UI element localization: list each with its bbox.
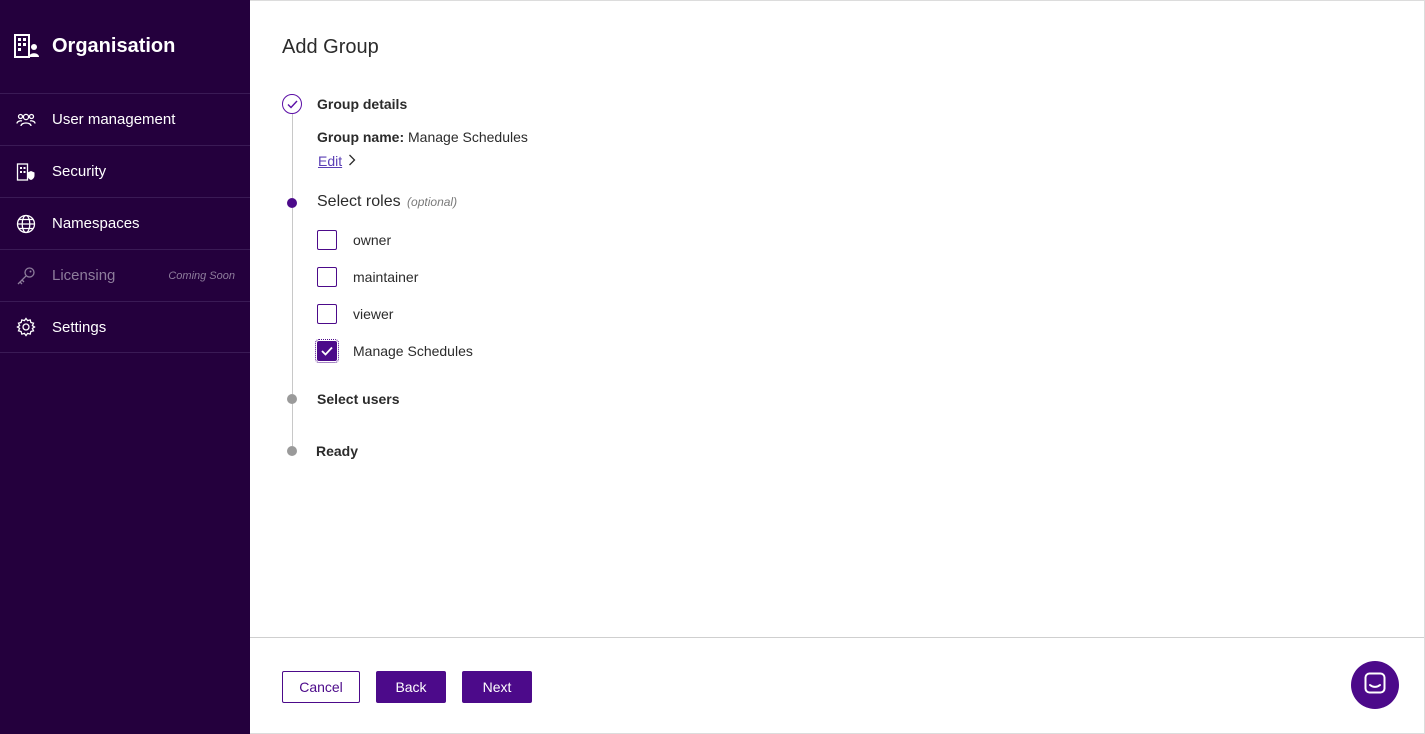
role-checkbox[interactable]	[317, 230, 337, 250]
edit-link-label: Edit	[318, 153, 343, 169]
role-label: Manage Schedules	[353, 343, 473, 359]
checkmark-icon	[321, 346, 333, 356]
sidebar-item-user-management[interactable]: User management	[0, 93, 250, 145]
optional-label: (optional)	[407, 195, 458, 209]
sidebar-item-label: Security	[52, 163, 107, 180]
sidebar-item-label: User management	[52, 111, 176, 128]
users-icon	[16, 110, 36, 130]
stepper-line	[292, 403, 293, 446]
main-content: Add Group Group details Group name: Mana…	[250, 0, 1425, 734]
role-checkbox[interactable]	[317, 304, 337, 324]
step-complete-icon	[282, 94, 302, 114]
chevron-right-icon	[348, 153, 356, 169]
group-name-summary: Group name: Manage Schedules	[317, 129, 528, 145]
sidebar-item-namespaces[interactable]: Namespaces	[0, 197, 250, 249]
step-active-dot	[287, 198, 297, 208]
role-option-manage-schedules[interactable]: Manage Schedules	[315, 339, 473, 363]
key-icon	[16, 266, 36, 286]
sidebar-item-licensing: Licensing Coming Soon	[0, 249, 250, 301]
group-name-value: Manage Schedules	[408, 129, 528, 145]
role-option-maintainer[interactable]: maintainer	[317, 267, 418, 287]
next-button[interactable]: Next	[462, 671, 532, 703]
role-option-viewer[interactable]: viewer	[317, 304, 393, 324]
cancel-button[interactable]: Cancel	[282, 671, 360, 703]
gear-icon	[16, 317, 36, 337]
stepper-line	[292, 114, 293, 198]
footer-bar: Cancel Back Next	[250, 637, 1424, 734]
sidebar-brand: Organisation	[14, 34, 175, 58]
sidebar-item-security[interactable]: Security	[0, 145, 250, 197]
chat-launcher-button[interactable]	[1351, 661, 1399, 709]
group-name-label: Group name:	[317, 129, 405, 145]
security-building-icon	[16, 162, 36, 182]
globe-icon	[16, 214, 36, 234]
step-select-users: Select users	[317, 391, 400, 407]
stepper-line	[292, 208, 293, 394]
step-pending-dot	[287, 446, 297, 456]
sidebar: Organisation User management Security Na…	[0, 0, 250, 734]
sidebar-item-label: Settings	[52, 318, 107, 336]
sidebar-item-label: Namespaces	[52, 215, 140, 232]
coming-soon-badge: Coming Soon	[168, 269, 235, 282]
role-option-owner[interactable]: owner	[317, 230, 391, 250]
step-ready: Ready	[316, 443, 359, 459]
sidebar-title: Organisation	[52, 34, 176, 57]
role-label: owner	[353, 232, 392, 248]
role-checkbox-checked[interactable]	[315, 339, 339, 363]
back-button[interactable]: Back	[376, 671, 446, 703]
role-label: maintainer	[353, 269, 419, 285]
sidebar-nav: User management Security Namespaces Lice…	[0, 93, 250, 353]
sidebar-item-settings[interactable]: Settings	[0, 301, 250, 353]
page-title: Add Group	[282, 36, 379, 58]
organisation-icon	[14, 34, 40, 58]
select-roles-label: Select roles	[317, 193, 401, 210]
edit-group-details-link[interactable]: Edit	[318, 153, 356, 169]
step-pending-dot	[287, 394, 297, 404]
role-label: viewer	[353, 306, 394, 322]
sidebar-item-label: Licensing	[52, 267, 116, 284]
step-group-details: Group details	[317, 96, 408, 112]
chat-icon	[1364, 672, 1386, 699]
step-select-roles: Select roles (optional)	[317, 193, 457, 211]
role-checkbox[interactable]	[317, 267, 337, 287]
